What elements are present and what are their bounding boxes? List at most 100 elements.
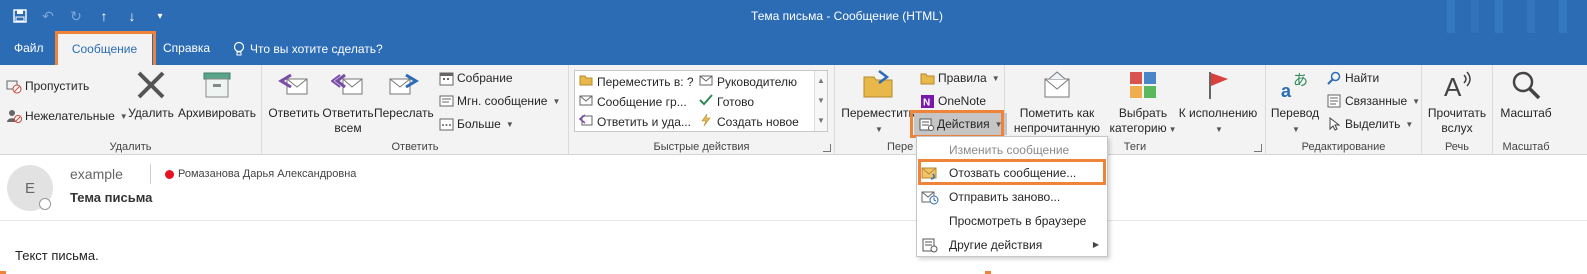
tab-help[interactable]: Справка: [163, 33, 210, 65]
quick-step-done[interactable]: Готово: [699, 94, 754, 109]
magnifier-icon: [1509, 68, 1543, 102]
junk-label: Нежелательные: [25, 109, 115, 123]
translate-button[interactable]: aあ Перевод ▼: [1268, 68, 1322, 137]
group-label-quick-steps: Быстрые действия: [653, 141, 750, 153]
delete-button[interactable]: Удалить: [127, 68, 175, 121]
svg-text:あ: あ: [1293, 71, 1308, 89]
related-icon: [1326, 93, 1342, 109]
reply-all-button[interactable]: Ответить всем: [321, 68, 375, 136]
move-button[interactable]: Переместить ▼: [840, 68, 916, 137]
archive-button[interactable]: Архивировать: [177, 68, 257, 121]
delete-icon: [134, 68, 168, 102]
tab-file[interactable]: Файл: [14, 33, 44, 65]
read-aloud-button[interactable]: A Прочитать вслух: [1424, 68, 1490, 136]
related-label: Связанные: [1345, 94, 1408, 108]
quick-step-create-new[interactable]: Создать новое: [699, 113, 799, 129]
chevron-down-icon: ▼: [1405, 119, 1414, 129]
quick-step-label: Сообщение гр...: [597, 94, 687, 109]
menu-item-other-actions[interactable]: Другие действия ▶: [917, 233, 1107, 256]
quick-step-move-to[interactable]: Переместить в: ?: [579, 74, 694, 89]
rules-label: Правила: [938, 71, 987, 85]
actions-icon: [918, 116, 934, 132]
junk-button[interactable]: Нежелательные ▼: [6, 108, 128, 124]
message-body[interactable]: Текст письма.: [15, 248, 99, 263]
quick-steps-launcher-icon[interactable]: [823, 144, 831, 152]
tell-me-search[interactable]: Что вы хотите сделать?: [233, 33, 383, 65]
ribbon: Пропустить Нежелательные ▼ Удалить Архиви…: [0, 65, 1587, 155]
more-label: Больше: [457, 117, 501, 131]
categorize-icon: [1126, 68, 1160, 102]
menu-item-label: Отозвать сообщение...: [949, 165, 1077, 180]
related-button[interactable]: Связанные ▼: [1326, 93, 1420, 109]
title-bar: ↶ ↻ ↑ ↓ ▾ Тема письма - Сообщение (HTML): [0, 0, 1587, 33]
categorize-label-2: категорию: [1109, 121, 1167, 135]
actions-button[interactable]: Действия ▼: [914, 113, 1007, 135]
meeting-label: Собрание: [457, 71, 513, 85]
lightning-icon: [699, 113, 713, 129]
menu-item-view-in-browser[interactable]: Просмотреть в браузере: [917, 209, 1107, 232]
meeting-button[interactable]: Собрание: [438, 70, 513, 86]
quick-step-to-manager[interactable]: Руководителю: [699, 74, 797, 89]
group-label-zoom: Масштаб: [1502, 141, 1550, 153]
reply-label: Ответить: [268, 106, 320, 120]
reading-pane: E example Ромазанова Дарья Александровна…: [0, 156, 1587, 274]
group-respond: Ответить Ответить всем Переслать Собрани…: [262, 65, 569, 155]
more-respond-button[interactable]: Больше ▼: [438, 116, 514, 132]
forward-button[interactable]: Переслать: [374, 68, 434, 121]
onenote-icon: N: [919, 93, 935, 109]
menu-item-label: Другие действия: [949, 237, 1043, 252]
reply-icon: [277, 68, 311, 102]
chevron-down-icon: ▼: [1292, 125, 1300, 134]
checkmark-icon: [699, 94, 713, 109]
quick-step-label: Создать новое: [717, 114, 799, 129]
menu-item-label: Отправить заново...: [949, 189, 1061, 204]
im-button[interactable]: Мгн. сообщение ▼: [438, 93, 560, 109]
chevron-down-icon: ▼: [875, 125, 883, 134]
select-button[interactable]: Выделить ▼: [1326, 116, 1413, 132]
zoom-button[interactable]: Масштаб: [1495, 68, 1557, 121]
menu-item-label: Изменить сообщение: [949, 142, 1070, 157]
recipient-name[interactable]: Ромазанова Дарья Александровна: [178, 168, 356, 180]
read-aloud-icon: A: [1440, 68, 1474, 102]
categorize-label-1: Выбрать: [1118, 106, 1168, 120]
rules-button[interactable]: Правила ▼: [919, 70, 1000, 86]
chevron-down-icon: ▼: [505, 119, 514, 129]
reply-all-label-2: всем: [334, 121, 362, 135]
recipient-presence-dot: [165, 170, 174, 179]
tab-message[interactable]: Сообщение: [57, 33, 152, 65]
onenote-button[interactable]: N OneNote: [919, 93, 986, 109]
menu-item-label: Просмотреть в браузере: [949, 213, 1087, 228]
quick-step-team-email[interactable]: Сообщение гр...: [579, 94, 687, 109]
scroll-up-icon[interactable]: ▲: [815, 71, 827, 91]
ignore-label: Пропустить: [25, 79, 90, 93]
envelope-icon: [1040, 68, 1074, 102]
svg-text:N: N: [923, 97, 930, 108]
flag-icon: [1201, 68, 1235, 102]
mark-unread-button[interactable]: Пометить как непрочитанную: [1009, 68, 1105, 136]
forward-icon: [386, 68, 420, 102]
mark-unread-label-1: Пометить как: [1019, 106, 1095, 120]
submenu-arrow-icon: ▶: [1092, 240, 1099, 249]
menu-item-edit-message[interactable]: Изменить сообщение: [917, 138, 1107, 161]
quick-step-reply-delete[interactable]: Ответить и уда...: [578, 114, 691, 129]
quick-steps-scrollbar[interactable]: ▲ ▼ ▼: [814, 71, 827, 131]
group-label-speech: Речь: [1444, 141, 1470, 153]
menu-item-recall-message[interactable]: Отозвать сообщение...: [917, 161, 1107, 184]
reply-button[interactable]: Ответить: [267, 68, 321, 121]
followup-button[interactable]: К исполнению ▼: [1175, 68, 1261, 137]
scroll-down-icon[interactable]: ▼: [815, 91, 827, 111]
actions-label: Действия: [937, 117, 990, 131]
tags-launcher-icon[interactable]: [1254, 144, 1262, 152]
mark-unread-label-2: непрочитанную: [1013, 121, 1101, 135]
ignore-button[interactable]: Пропустить: [6, 78, 89, 94]
gallery-more-icon[interactable]: ▼: [815, 111, 827, 131]
sender-name[interactable]: example: [70, 166, 123, 182]
move-label: Переместить: [841, 106, 915, 120]
zoom-label: Масштаб: [1500, 106, 1552, 120]
quick-step-label: Готово: [717, 94, 755, 109]
find-button[interactable]: Найти: [1326, 70, 1379, 86]
menu-item-resend[interactable]: Отправить заново...: [917, 185, 1107, 208]
categorize-button[interactable]: Выбрать категорию ▼: [1109, 68, 1177, 137]
im-label: Мгн. сообщение: [457, 94, 548, 108]
archive-label: Архивировать: [177, 106, 257, 120]
